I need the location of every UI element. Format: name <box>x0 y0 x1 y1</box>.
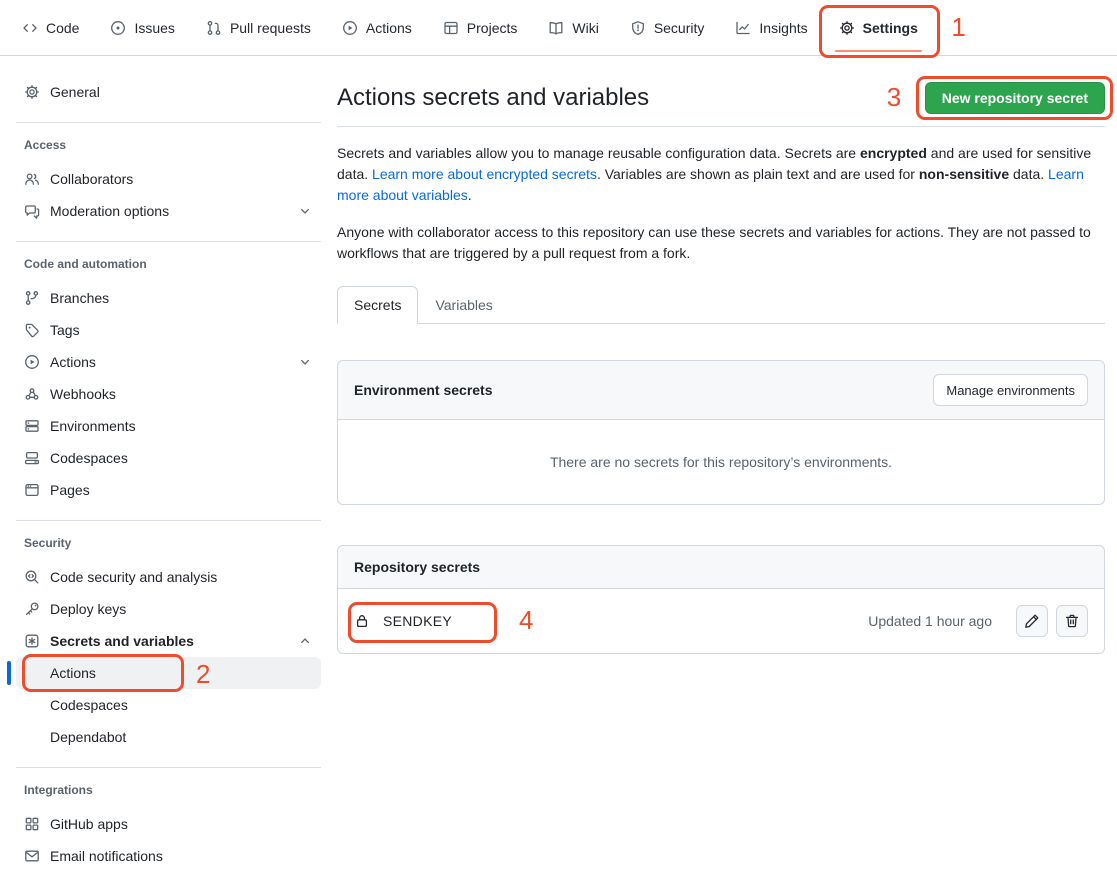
tab-security[interactable]: Security <box>622 14 713 42</box>
browser-icon <box>24 482 40 498</box>
issue-opened-icon <box>110 20 126 36</box>
edit-secret-button[interactable] <box>1016 605 1048 637</box>
sidebar-item-general[interactable]: General <box>16 76 321 108</box>
sidebar-item-github-apps[interactable]: GitHub apps <box>16 808 321 840</box>
tab-projects[interactable]: Projects <box>435 14 526 42</box>
tab-insights[interactable]: Insights <box>727 14 815 42</box>
delete-secret-button[interactable] <box>1056 605 1088 637</box>
repository-secrets-title: Repository secrets <box>354 559 480 575</box>
asterisk-box-icon <box>24 633 40 649</box>
main-content: Actions secrets and variables 3 New repo… <box>337 56 1105 654</box>
sidebar-section-code-and-automation: Code and automation <box>16 256 321 272</box>
divider <box>16 767 321 768</box>
tab-secrets[interactable]: Secrets <box>337 286 418 324</box>
secret-updated: Updated 1 hour ago <box>868 613 992 629</box>
gear-icon <box>24 84 40 100</box>
divider <box>16 520 321 521</box>
people-icon <box>24 171 40 187</box>
sidebar-item-email-notifications[interactable]: Email notifications <box>16 840 321 872</box>
tab-wiki[interactable]: Wiki <box>540 14 606 42</box>
tab-variables[interactable]: Variables <box>418 286 509 324</box>
sidebar-item-moderation-options[interactable]: Moderation options <box>16 195 321 227</box>
annotation-number-3: 3 <box>887 84 901 110</box>
divider <box>337 126 1105 127</box>
annotation-number-1: 1 <box>951 14 965 40</box>
sidebar-item-deploy-keys[interactable]: Deploy keys <box>16 593 321 625</box>
sidebar-subitem-dependabot[interactable]: Dependabot <box>16 721 321 753</box>
secrets-variables-tabnav: Secrets Variables <box>337 286 1105 324</box>
sidebar-section-access: Access <box>16 137 321 153</box>
git-branch-icon <box>24 290 40 306</box>
sidebar-item-branches[interactable]: Branches <box>16 282 321 314</box>
comment-discussion-icon <box>24 203 40 219</box>
annotation-box-2 <box>22 654 184 692</box>
sidebar-subitem-codespaces[interactable]: Codespaces <box>16 689 321 721</box>
tab-actions[interactable]: Actions <box>334 14 420 42</box>
sidebar-item-pages[interactable]: Pages <box>16 474 321 506</box>
tab-settings[interactable]: Settings 1 <box>831 14 926 42</box>
sidebar-item-actions[interactable]: Actions <box>16 346 321 378</box>
mail-icon <box>24 848 40 864</box>
shield-icon <box>630 20 646 36</box>
codescan-icon <box>24 569 40 585</box>
lock-icon <box>354 613 370 629</box>
table-icon <box>443 20 459 36</box>
sidebar-item-collaborators[interactable]: Collaborators <box>16 163 321 195</box>
pencil-icon <box>1024 613 1040 629</box>
intro-text: Secrets and variables allow you to manag… <box>337 143 1105 206</box>
divider <box>16 122 321 123</box>
chevron-down-icon <box>297 354 313 370</box>
new-repository-secret-button[interactable]: New repository secret <box>925 82 1105 114</box>
chevron-down-icon <box>297 203 313 219</box>
sidebar-item-tags[interactable]: Tags <box>16 314 321 346</box>
environment-secrets-title: Environment secrets <box>354 382 493 398</box>
chevron-up-icon <box>297 633 313 649</box>
key-icon <box>24 601 40 617</box>
graph-icon <box>735 20 751 36</box>
sidebar-subitem-actions[interactable]: Actions 2 <box>16 657 321 689</box>
environment-secrets-card: Environment secrets Manage environments … <box>337 360 1105 505</box>
sidebar-section-security: Security <box>16 535 321 551</box>
sidebar-item-environments[interactable]: Environments <box>16 410 321 442</box>
manage-environments-button[interactable]: Manage environments <box>933 374 1088 406</box>
trash-icon <box>1064 613 1080 629</box>
apps-icon <box>24 816 40 832</box>
git-pull-request-icon <box>206 20 222 36</box>
active-item-indicator <box>7 661 11 685</box>
codespaces-icon <box>24 450 40 466</box>
book-icon <box>548 20 564 36</box>
annotation-number-4: 4 <box>519 607 533 633</box>
sidebar-section-integrations: Integrations <box>16 782 321 798</box>
page-title: Actions secrets and variables <box>337 83 925 113</box>
sidebar-item-codespaces[interactable]: Codespaces <box>16 442 321 474</box>
secret-name-wrap: SENDKEY 4 <box>354 613 484 629</box>
collaborator-note: Anyone with collaborator access to this … <box>337 222 1105 264</box>
play-circle-icon <box>24 354 40 370</box>
tab-pull-requests[interactable]: Pull requests <box>198 14 319 42</box>
tab-code[interactable]: Code <box>14 14 87 42</box>
secret-name: SENDKEY <box>383 613 452 629</box>
gear-icon <box>839 20 855 36</box>
active-tab-underline <box>835 50 922 52</box>
settings-sidebar: General Access Collaborators Moderation … <box>0 56 337 872</box>
divider <box>16 241 321 242</box>
annotation-number-2: 2 <box>196 661 210 687</box>
sidebar-item-webhooks[interactable]: Webhooks <box>16 378 321 410</box>
repo-nav: Code Issues Pull requests Actions Projec… <box>0 0 1117 56</box>
repository-secrets-card: Repository secrets SENDKEY 4 Updated 1 h… <box>337 545 1105 654</box>
tab-issues[interactable]: Issues <box>102 14 182 42</box>
sidebar-item-secrets-and-variables[interactable]: Secrets and variables <box>16 625 321 657</box>
tag-icon <box>24 322 40 338</box>
webhook-icon <box>24 386 40 402</box>
sidebar-item-code-security-and-analysis[interactable]: Code security and analysis <box>16 561 321 593</box>
secret-row: SENDKEY 4 Updated 1 hour ago <box>338 589 1104 653</box>
server-icon <box>24 418 40 434</box>
play-circle-icon <box>342 20 358 36</box>
inline-link[interactable]: Learn more about encrypted secrets <box>372 166 597 182</box>
environment-secrets-empty-text: There are no secrets for this repository… <box>338 420 1104 504</box>
code-icon <box>22 20 38 36</box>
